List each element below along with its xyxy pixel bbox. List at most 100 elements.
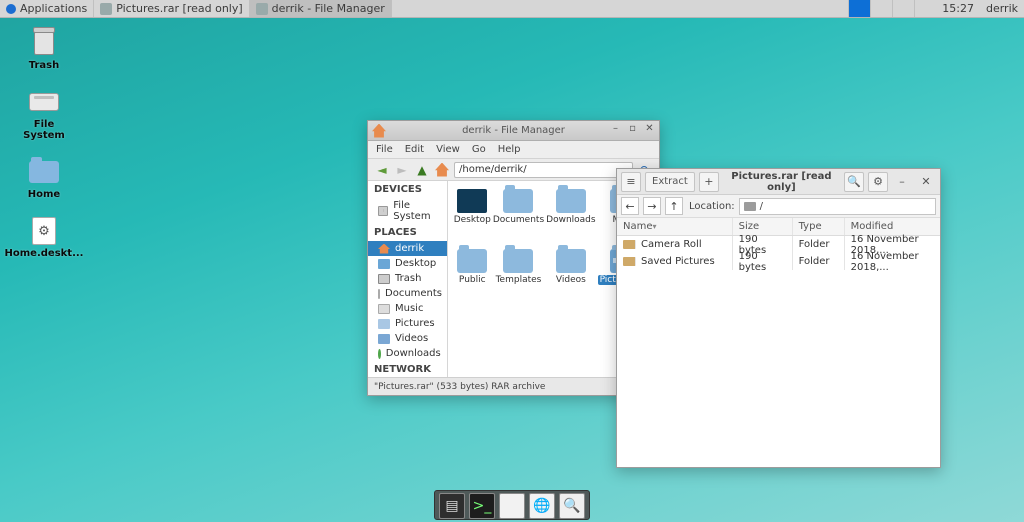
minimize-button[interactable]: – <box>892 172 912 192</box>
col-size[interactable]: Size <box>733 218 793 235</box>
sidebar-item-videos[interactable]: Videos <box>368 331 447 346</box>
grid-item-public[interactable]: Public <box>454 249 491 305</box>
folder-icon <box>503 189 533 213</box>
back-button[interactable]: ◄ <box>374 162 390 178</box>
workspace-switcher-2[interactable] <box>870 0 892 17</box>
sidebar-item-label: Videos <box>395 333 428 344</box>
grid-item-videos[interactable]: Videos <box>546 249 595 305</box>
back-button[interactable]: ← <box>621 197 639 215</box>
taskbar-item-filemanager[interactable]: derrik - File Manager <box>250 0 392 17</box>
dock-app-finder[interactable]: 🔍 <box>559 493 585 519</box>
sidebar-item-label: derrik <box>395 243 424 254</box>
menu-view[interactable]: View <box>436 144 460 155</box>
desktop-icon-trash[interactable]: Trash <box>14 28 74 71</box>
sidebar-item-label: Downloads <box>386 348 441 359</box>
sidebar-item-filesystem[interactable]: File System <box>368 198 447 224</box>
location-field[interactable]: /home/derrik/ <box>454 162 633 178</box>
sidebar-item-label: Music <box>395 303 423 314</box>
grid-item-desktop[interactable]: Desktop <box>454 189 491 245</box>
up-button[interactable]: ▲ <box>414 162 430 178</box>
archive-location-bar: ← → ↑ Location: / <box>617 195 940 218</box>
col-modified[interactable]: Modified <box>845 218 940 235</box>
table-row[interactable]: Saved Pictures 190 bytes Folder 16 Novem… <box>617 253 940 270</box>
archive-icon <box>100 3 112 15</box>
location-value: / <box>760 201 763 212</box>
dock: ▤ >_ 🌐 🔍 <box>434 490 590 520</box>
grid-item-label: Videos <box>556 275 586 285</box>
fm-titlebar[interactable]: derrik - File Manager – ▫ ✕ <box>368 121 659 141</box>
workspace-switcher-4[interactable] <box>914 0 936 17</box>
menu-go[interactable]: Go <box>472 144 486 155</box>
dock-web-browser[interactable]: 🌐 <box>529 493 555 519</box>
desktop-icon-home[interactable]: Home <box>14 157 74 200</box>
sidebar-item-trash[interactable]: Trash <box>368 271 447 286</box>
close-button[interactable]: ✕ <box>916 172 936 192</box>
grid-item-label: Public <box>459 275 486 285</box>
workspace-switcher-1[interactable] <box>848 0 870 17</box>
folder-icon <box>556 249 586 273</box>
location-label: Location: <box>689 201 735 212</box>
dock-terminal[interactable]: >_ <box>469 493 495 519</box>
archive-window: ≡ Extract + Pictures.rar [read only] 🔍 ⚙… <box>616 168 941 468</box>
grid-item-downloads[interactable]: Downloads <box>546 189 595 245</box>
clock[interactable]: 15:27 <box>936 0 980 17</box>
desktop-icon-filesystem[interactable]: File System <box>14 87 74 141</box>
menu-help[interactable]: Help <box>498 144 521 155</box>
search-button[interactable]: 🔍 <box>844 172 864 192</box>
drive-icon <box>378 206 388 216</box>
home-button[interactable] <box>434 162 450 178</box>
sidebar-item-downloads[interactable]: Downloads <box>368 346 447 361</box>
workspace-switcher-3[interactable] <box>892 0 914 17</box>
archive-headerbar: ≡ Extract + Pictures.rar [read only] 🔍 ⚙… <box>617 169 940 195</box>
dock-show-desktop[interactable]: ▤ <box>439 493 465 519</box>
fm-sidebar: DEVICES File System PLACES derrik Deskto… <box>368 181 448 377</box>
sidebar-item-derrik[interactable]: derrik <box>368 241 447 256</box>
forward-button[interactable]: ► <box>394 162 410 178</box>
col-type[interactable]: Type <box>793 218 845 235</box>
documents-icon <box>378 289 380 299</box>
folder-icon <box>457 189 487 213</box>
sidebar-item-label: Documents <box>385 288 442 299</box>
top-panel: Applications Pictures.rar [read only] de… <box>0 0 1024 18</box>
music-icon <box>378 304 390 314</box>
pictures-icon <box>378 319 390 329</box>
sidebar-item-label: Desktop <box>395 258 436 269</box>
archive-title: Pictures.rar [read only] <box>723 171 840 193</box>
forward-button[interactable]: → <box>643 197 661 215</box>
taskbar-item-filemanager-label: derrik - File Manager <box>272 2 385 15</box>
add-button[interactable]: + <box>699 172 719 192</box>
taskbar-item-archive[interactable]: Pictures.rar [read only] <box>94 0 249 17</box>
sidebar-item-label: Trash <box>395 273 421 284</box>
cell-modified: 16 November 2018,... <box>845 253 940 270</box>
grid-item-templates[interactable]: Templates <box>493 249 544 305</box>
desktop-icons: Trash File System Home Home.deskt... <box>14 28 74 259</box>
user-label: derrik <box>986 2 1018 15</box>
location-value: /home/derrik/ <box>459 164 527 175</box>
cell-size: 190 bytes <box>733 253 793 270</box>
col-name[interactable]: Name <box>617 218 733 235</box>
location-field[interactable]: / <box>739 198 936 215</box>
menu-button[interactable]: ≡ <box>621 172 641 192</box>
menu-file[interactable]: File <box>376 144 393 155</box>
folder-icon <box>623 240 636 249</box>
applications-icon <box>6 4 16 14</box>
up-button[interactable]: ↑ <box>665 197 683 215</box>
settings-button[interactable]: ⚙ <box>868 172 888 192</box>
applications-menu[interactable]: Applications <box>0 0 94 17</box>
desktop-icon-homedesktop[interactable]: Home.deskt... <box>14 216 74 259</box>
menu-edit[interactable]: Edit <box>405 144 424 155</box>
extract-button[interactable]: Extract <box>645 172 695 192</box>
minimize-button[interactable]: – <box>610 124 621 135</box>
sidebar-item-pictures[interactable]: Pictures <box>368 316 447 331</box>
grid-item-documents[interactable]: Documents <box>493 189 544 245</box>
close-button[interactable]: ✕ <box>644 124 655 135</box>
sidebar-item-desktop[interactable]: Desktop <box>368 256 447 271</box>
dock-file-manager[interactable] <box>499 493 525 519</box>
sidebar-item-documents[interactable]: Documents <box>368 286 447 301</box>
extract-label: Extract <box>652 176 688 187</box>
user-menu[interactable]: derrik <box>980 0 1024 17</box>
maximize-button[interactable]: ▫ <box>627 124 638 135</box>
cell-name: Camera Roll <box>641 239 702 250</box>
applications-label: Applications <box>20 2 87 15</box>
sidebar-item-music[interactable]: Music <box>368 301 447 316</box>
